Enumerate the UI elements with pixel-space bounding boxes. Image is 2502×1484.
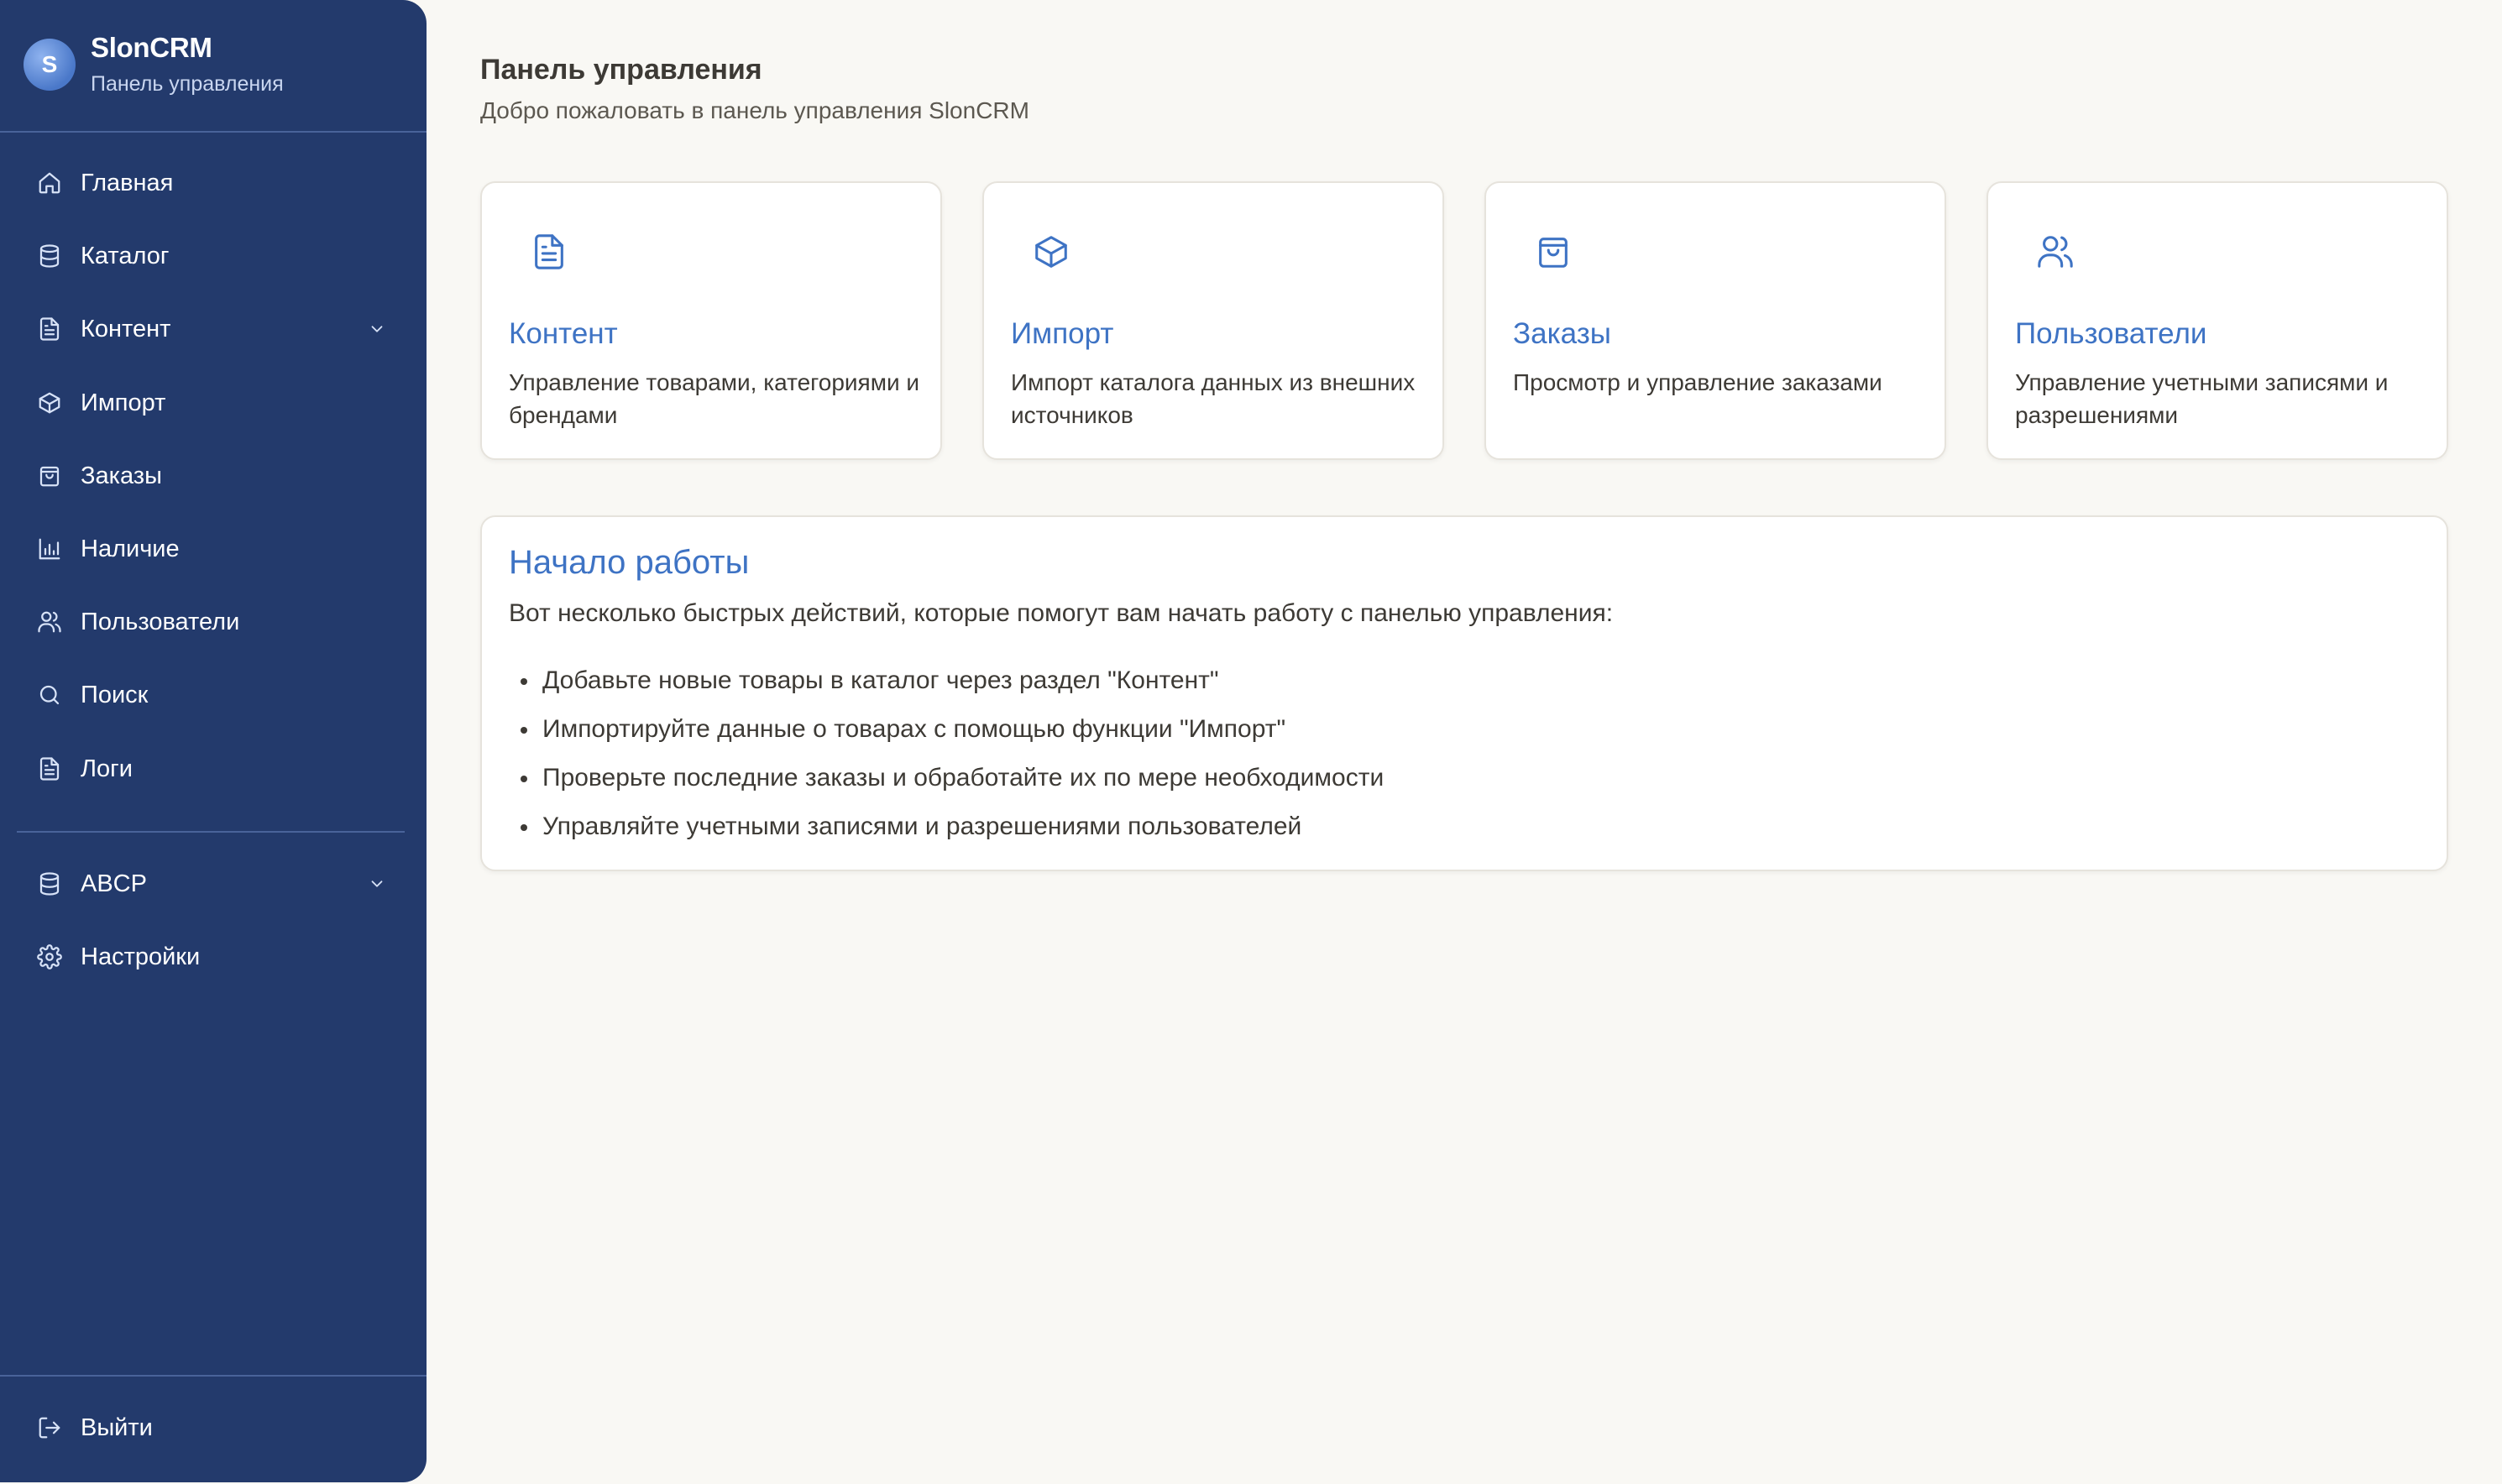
brand-subtitle: Панель управления [91, 72, 284, 96]
card-description: Просмотр и управление заказами [1513, 369, 1882, 395]
brand-logo[interactable]: S [24, 39, 76, 91]
sidebar: S SlonCRM Панель управления Главная Ката… [0, 0, 427, 1482]
sidebar-item-label: ABCP [81, 870, 147, 897]
box-icon [1031, 232, 1071, 272]
users-icon [2035, 232, 2075, 272]
getting-started-title: Начало работы [509, 544, 750, 581]
card-import[interactable]: Импорт Импорт каталога данных из внешних… [982, 181, 1444, 460]
users-icon [35, 608, 64, 636]
sidebar-item-label: Настройки [81, 943, 201, 970]
document-icon [529, 232, 569, 272]
card-users[interactable]: Пользователи Управление учетными записям… [1986, 181, 2448, 460]
brand-name: SlonCRM [91, 32, 212, 63]
sidebar-item-import[interactable]: Импорт [17, 374, 411, 432]
sidebar-item-home[interactable]: Главная [17, 154, 411, 212]
chevron-down-icon[interactable] [366, 318, 388, 340]
sidebar-item-label: Поиск [81, 681, 149, 708]
list-item: Управляйте учетными записями и разрешени… [509, 802, 1384, 851]
sidebar-item-abcp[interactable]: ABCP [17, 854, 411, 913]
sidebar-item-label: Заказы [81, 462, 162, 489]
sidebar-item-label: Главная [81, 169, 174, 196]
page-subtitle: Добро пожаловать в панель управления Slo… [480, 97, 1029, 123]
sidebar-item-settings[interactable]: Настройки [17, 928, 411, 986]
card-description: Управление учетными записями и разрешени… [2015, 369, 2389, 428]
card-title: Импорт [1011, 317, 1114, 350]
card-description: Импорт каталога данных из внешних источн… [1011, 369, 1416, 428]
getting-started-panel: Начало работы Вот несколько быстрых дейс… [480, 515, 2448, 871]
shopping-bag-icon [35, 462, 64, 490]
list-item-text: Импортируйте данные о товарах с помощью … [542, 715, 1286, 743]
getting-started-intro: Вот несколько быстрых действий, которые … [509, 599, 1614, 627]
bullet-icon [521, 678, 527, 685]
sidebar-item-search[interactable]: Поиск [17, 666, 411, 724]
brand-header: S SlonCRM Панель управления [0, 0, 427, 133]
sidebar-item-users[interactable]: Пользователи [17, 593, 411, 651]
sidebar-item-stock[interactable]: Наличие [17, 520, 411, 578]
main-content: Панель управления Добро пожаловать в пан… [427, 0, 2502, 1484]
sidebar-divider [17, 831, 405, 833]
logout-label: Выйти [81, 1413, 153, 1441]
document-icon [35, 315, 64, 343]
sidebar-item-label: Контент [81, 315, 171, 342]
database-icon [35, 870, 64, 898]
card-title: Контент [509, 317, 618, 350]
page-title: Панель управления [480, 54, 762, 86]
home-icon [35, 169, 64, 197]
sidebar-item-label: Каталог [81, 242, 170, 269]
card-title: Заказы [1513, 317, 1611, 350]
list-item-text: Управляйте учетными записями и разрешени… [542, 813, 1302, 840]
sidebar-footer-divider [0, 1375, 427, 1377]
card-title: Пользователи [2015, 317, 2207, 350]
chevron-down-icon[interactable] [366, 873, 388, 895]
list-item: Добавьте новые товары в каталог через ра… [509, 656, 1384, 705]
document-icon [35, 755, 64, 783]
box-icon [35, 389, 64, 417]
sidebar-item-label: Наличие [81, 535, 180, 562]
list-item-text: Добавьте новые товары в каталог через ра… [542, 666, 1219, 694]
card-description: Управление товарами, категориями и бренд… [509, 369, 920, 428]
sidebar-item-label: Пользователи [81, 608, 240, 635]
logout-icon [35, 1413, 64, 1442]
list-item-text: Проверьте последние заказы и обработайте… [542, 764, 1384, 792]
bullet-icon [521, 776, 527, 782]
database-icon [35, 242, 64, 270]
list-item: Проверьте последние заказы и обработайте… [509, 754, 1384, 802]
shopping-bag-icon [1533, 232, 1573, 272]
search-icon [35, 681, 64, 709]
sidebar-item-logs[interactable]: Логи [17, 739, 411, 798]
app-root: S SlonCRM Панель управления Главная Ката… [0, 0, 2502, 1484]
list-item: Импортируйте данные о товарах с помощью … [509, 705, 1384, 754]
gear-icon [35, 943, 64, 971]
card-orders[interactable]: Заказы Просмотр и управление заказами [1484, 181, 1946, 460]
sidebar-item-content[interactable]: Контент [17, 300, 411, 358]
sidebar-item-label: Импорт [81, 389, 166, 416]
sidebar-item-label: Логи [81, 755, 133, 782]
bar-chart-icon [35, 535, 64, 563]
sidebar-item-orders[interactable]: Заказы [17, 447, 411, 505]
logout-button[interactable]: Выйти [17, 1398, 411, 1457]
sidebar-item-catalog[interactable]: Каталог [17, 227, 411, 285]
card-content[interactable]: Контент Управление товарами, категориями… [480, 181, 942, 460]
bullet-icon [521, 727, 527, 734]
getting-started-list: Добавьте новые товары в каталог через ра… [509, 656, 1384, 851]
bullet-icon [521, 824, 527, 831]
